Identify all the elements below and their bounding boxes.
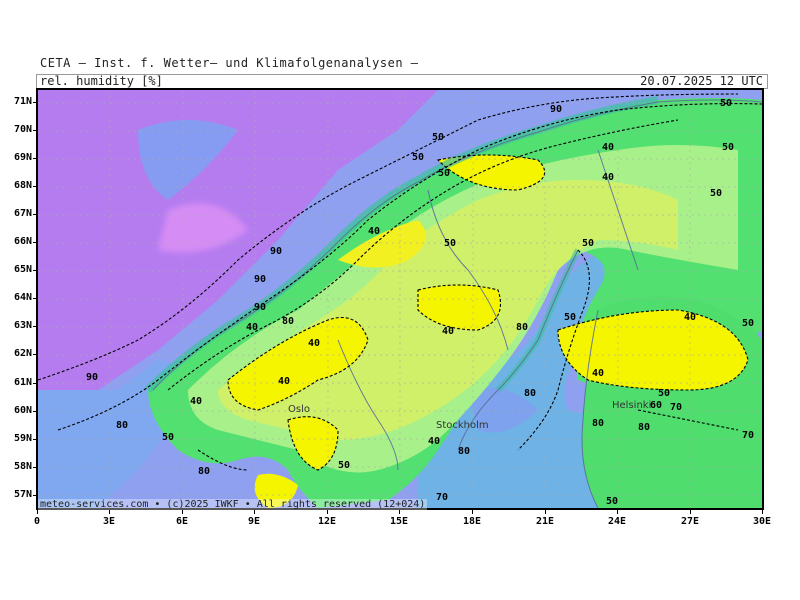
city-stockholm: Stockholm <box>436 420 489 431</box>
lon-label: 3E <box>102 516 116 527</box>
contour-label-70: 70 <box>742 430 754 441</box>
contour-label-80: 80 <box>524 388 536 399</box>
contour-label-40: 40 <box>246 322 258 333</box>
contour-label-50: 50 <box>438 168 450 179</box>
contour-label-90: 90 <box>270 246 282 257</box>
contour-label-40: 40 <box>684 312 696 323</box>
contour-label-90: 90 <box>86 372 98 383</box>
lon-label: 27E <box>680 516 700 527</box>
contour-label-80: 80 <box>116 420 128 431</box>
lat-label: 63N <box>13 320 32 331</box>
lon-label: 18E <box>462 516 482 527</box>
lat-label: 64N <box>13 292 32 303</box>
contour-label-50: 50 <box>582 238 594 249</box>
lat-label: 61N <box>13 377 32 388</box>
contour-label-90: 90 <box>550 104 562 115</box>
contour-label-50: 50 <box>658 388 670 399</box>
contour-label-80: 80 <box>458 446 470 457</box>
contour-label-70: 70 <box>670 402 682 413</box>
lat-label: 65N <box>13 264 32 275</box>
lon-label: 12E <box>317 516 337 527</box>
lon-label: 9E <box>247 516 261 527</box>
contour-label-50: 50 <box>710 188 722 199</box>
contour-label-40: 40 <box>442 326 454 337</box>
lon-label: 24E <box>607 516 627 527</box>
lat-label: 66N <box>13 236 32 247</box>
contour-label-40: 40 <box>368 226 380 237</box>
lat-label: 67N <box>13 208 32 219</box>
lat-label: 62N <box>13 348 32 359</box>
lat-label: 59N <box>13 433 32 444</box>
lat-label: 71N <box>13 96 32 107</box>
variable-label: rel. humidity [%] <box>40 74 163 88</box>
contour-label-40: 40 <box>190 396 202 407</box>
contour-label-50: 50 <box>720 98 732 109</box>
contour-label-60: 60 <box>650 400 662 411</box>
contour-label-80: 80 <box>282 316 294 327</box>
contour-label-50: 50 <box>412 152 424 163</box>
contour-label-40: 40 <box>428 436 440 447</box>
lon-label: 30E <box>752 516 772 527</box>
contour-label-90: 90 <box>254 302 266 313</box>
lat-label: 57N <box>13 489 32 500</box>
contour-label-50: 50 <box>162 432 174 443</box>
lat-label: 70N <box>13 124 32 135</box>
contour-label-70: 70 <box>436 492 448 503</box>
contour-label-40: 40 <box>602 172 614 183</box>
contour-label-90: 90 <box>254 274 266 285</box>
contour-label-40: 40 <box>602 142 614 153</box>
lon-label: 0 <box>33 516 41 527</box>
lat-label: 69N <box>13 152 32 163</box>
lon-label: 15E <box>389 516 409 527</box>
contour-label-80: 80 <box>638 422 650 433</box>
lat-label: 68N <box>13 180 32 191</box>
contour-label-50: 50 <box>338 460 350 471</box>
chart-title: CETA — Inst. f. Wetter— und Klimafolgena… <box>40 56 419 70</box>
contour-label-50: 50 <box>432 132 444 143</box>
info-bar: rel. humidity [%] 20.07.2025 12 UTC <box>36 74 768 89</box>
contour-label-80: 80 <box>592 418 604 429</box>
lon-label: 6E <box>175 516 189 527</box>
contour-label-40: 40 <box>278 376 290 387</box>
contour-label-40: 40 <box>308 338 320 349</box>
contour-label-50: 50 <box>722 142 734 153</box>
contour-label-50: 50 <box>444 238 456 249</box>
city-oslo: Oslo <box>288 404 310 415</box>
lat-label: 60N <box>13 405 32 416</box>
contour-label-50: 50 <box>742 318 754 329</box>
lat-label: 58N <box>13 461 32 472</box>
city-helsinki: Helsinki <box>612 400 651 411</box>
humidity-map: 90 90 90 90 90 40 40 40 40 40 40 40 40 4… <box>36 88 764 510</box>
contour-label-50: 50 <box>564 312 576 323</box>
contour-label-50: 50 <box>606 496 618 507</box>
contour-label-80: 80 <box>516 322 528 333</box>
contour-label-80: 80 <box>198 466 210 477</box>
contour-label-40: 40 <box>592 368 604 379</box>
map-canvas: 90 90 90 90 90 40 40 40 40 40 40 40 40 4… <box>38 90 762 508</box>
copyright-credit: meteo-services.com • (c)2025 IWKF • All … <box>38 499 428 510</box>
lon-label: 21E <box>535 516 555 527</box>
valid-time: 20.07.2025 12 UTC <box>640 74 763 88</box>
